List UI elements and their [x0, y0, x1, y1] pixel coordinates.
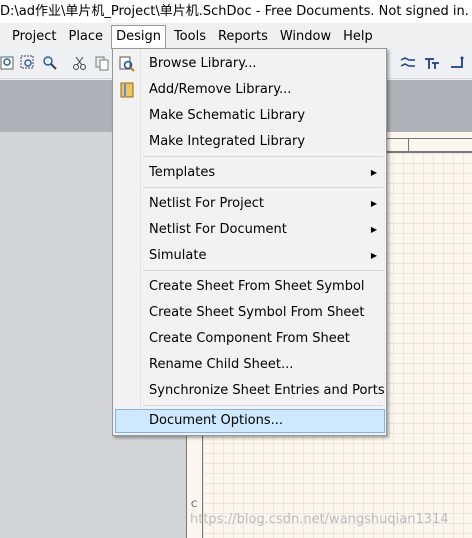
power-port-icon[interactable] — [450, 55, 466, 71]
watermark-text: https://blog.csdn.net/wangshuqian1314 — [190, 512, 449, 527]
menu-item-label: Document Options... — [149, 413, 284, 428]
menu-item-label: Add/Remove Library... — [149, 82, 292, 97]
menu-place[interactable]: Place — [64, 25, 107, 49]
submenu-arrow-icon: ▶ — [370, 199, 377, 208]
menu-item-label: Simulate — [149, 248, 207, 263]
menu-item-create-symbol-from-sheet[interactable]: Create Sheet Symbol From Sheet — [115, 301, 385, 325]
menu-item-make-integrated-library[interactable]: Make Integrated Library — [115, 130, 385, 154]
menu-design[interactable]: Design — [111, 25, 166, 50]
menu-help[interactable]: Help — [339, 25, 377, 49]
menu-item-browse-library[interactable]: Browse Library... — [115, 52, 385, 76]
menu-item-netlist-for-document[interactable]: Netlist For Document ▶ — [115, 218, 385, 242]
bus-entry-icon[interactable] — [400, 55, 416, 71]
menu-item-label: Create Sheet From Sheet Symbol — [149, 279, 365, 294]
browse-library-icon — [119, 56, 135, 72]
menu-bar: Project Place Design Tools Reports Windo… — [0, 25, 472, 50]
net-label-icon[interactable] — [424, 55, 440, 71]
menu-item-label: Templates — [149, 165, 216, 180]
submenu-arrow-icon: ▶ — [370, 225, 377, 234]
menu-item-rename-child-sheet[interactable]: Rename Child Sheet... — [115, 353, 385, 377]
menu-item-simulate[interactable]: Simulate ▶ — [115, 244, 385, 268]
menu-item-document-options[interactable]: Document Options... — [115, 409, 385, 433]
menu-window[interactable]: Window — [276, 25, 335, 49]
menu-tools[interactable]: Tools — [170, 25, 210, 49]
cut-icon[interactable] — [72, 55, 88, 71]
menu-item-synchronize-sheet-entries[interactable]: Synchronize Sheet Entries and Ports — [115, 379, 385, 403]
menu-item-label: Rename Child Sheet... — [149, 357, 294, 372]
menu-item-make-schematic-library[interactable]: Make Schematic Library — [115, 104, 385, 128]
menu-item-label: Create Component From Sheet — [149, 331, 350, 346]
menu-item-netlist-for-project[interactable]: Netlist For Project ▶ — [115, 192, 385, 216]
menu-separator — [143, 187, 383, 188]
submenu-arrow-icon: ▶ — [370, 168, 377, 177]
zoom-selected-icon[interactable] — [42, 55, 58, 71]
menu-item-label: Create Sheet Symbol From Sheet — [149, 305, 365, 320]
menu-item-label: Make Integrated Library — [149, 134, 306, 149]
menu-item-label: Netlist For Document — [149, 222, 287, 237]
zoom-area-icon[interactable] — [20, 55, 36, 71]
menu-item-label: Netlist For Project — [149, 196, 264, 211]
menu-separator — [143, 270, 383, 271]
menu-reports[interactable]: Reports — [214, 25, 272, 49]
menu-item-templates[interactable]: Templates ▶ — [115, 161, 385, 185]
menu-item-label: Synchronize Sheet Entries and Ports — [149, 383, 385, 398]
copy-icon[interactable] — [94, 55, 110, 71]
menu-item-add-remove-library[interactable]: Add/Remove Library... — [115, 78, 385, 102]
menu-project[interactable]: Project — [8, 25, 60, 49]
menu-item-create-sheet-from-symbol[interactable]: Create Sheet From Sheet Symbol — [115, 275, 385, 299]
menu-item-create-component-from-sheet[interactable]: Create Component From Sheet — [115, 327, 385, 351]
submenu-arrow-icon: ▶ — [370, 251, 377, 260]
menu-item-label: Browse Library... — [149, 56, 257, 71]
zoom-fit-icon[interactable] — [0, 55, 16, 71]
library-icon — [120, 82, 134, 98]
design-menu-dropdown: Browse Library... Add/Remove Library... … — [112, 48, 387, 436]
menu-item-label: Make Schematic Library — [149, 108, 306, 123]
menu-separator — [143, 405, 383, 406]
window-title: D:\ad作业\单片机_Project\单片机.SchDoc - Free Do… — [0, 0, 472, 23]
sheet-zone-label: C — [191, 500, 198, 510]
menu-separator — [143, 156, 383, 157]
